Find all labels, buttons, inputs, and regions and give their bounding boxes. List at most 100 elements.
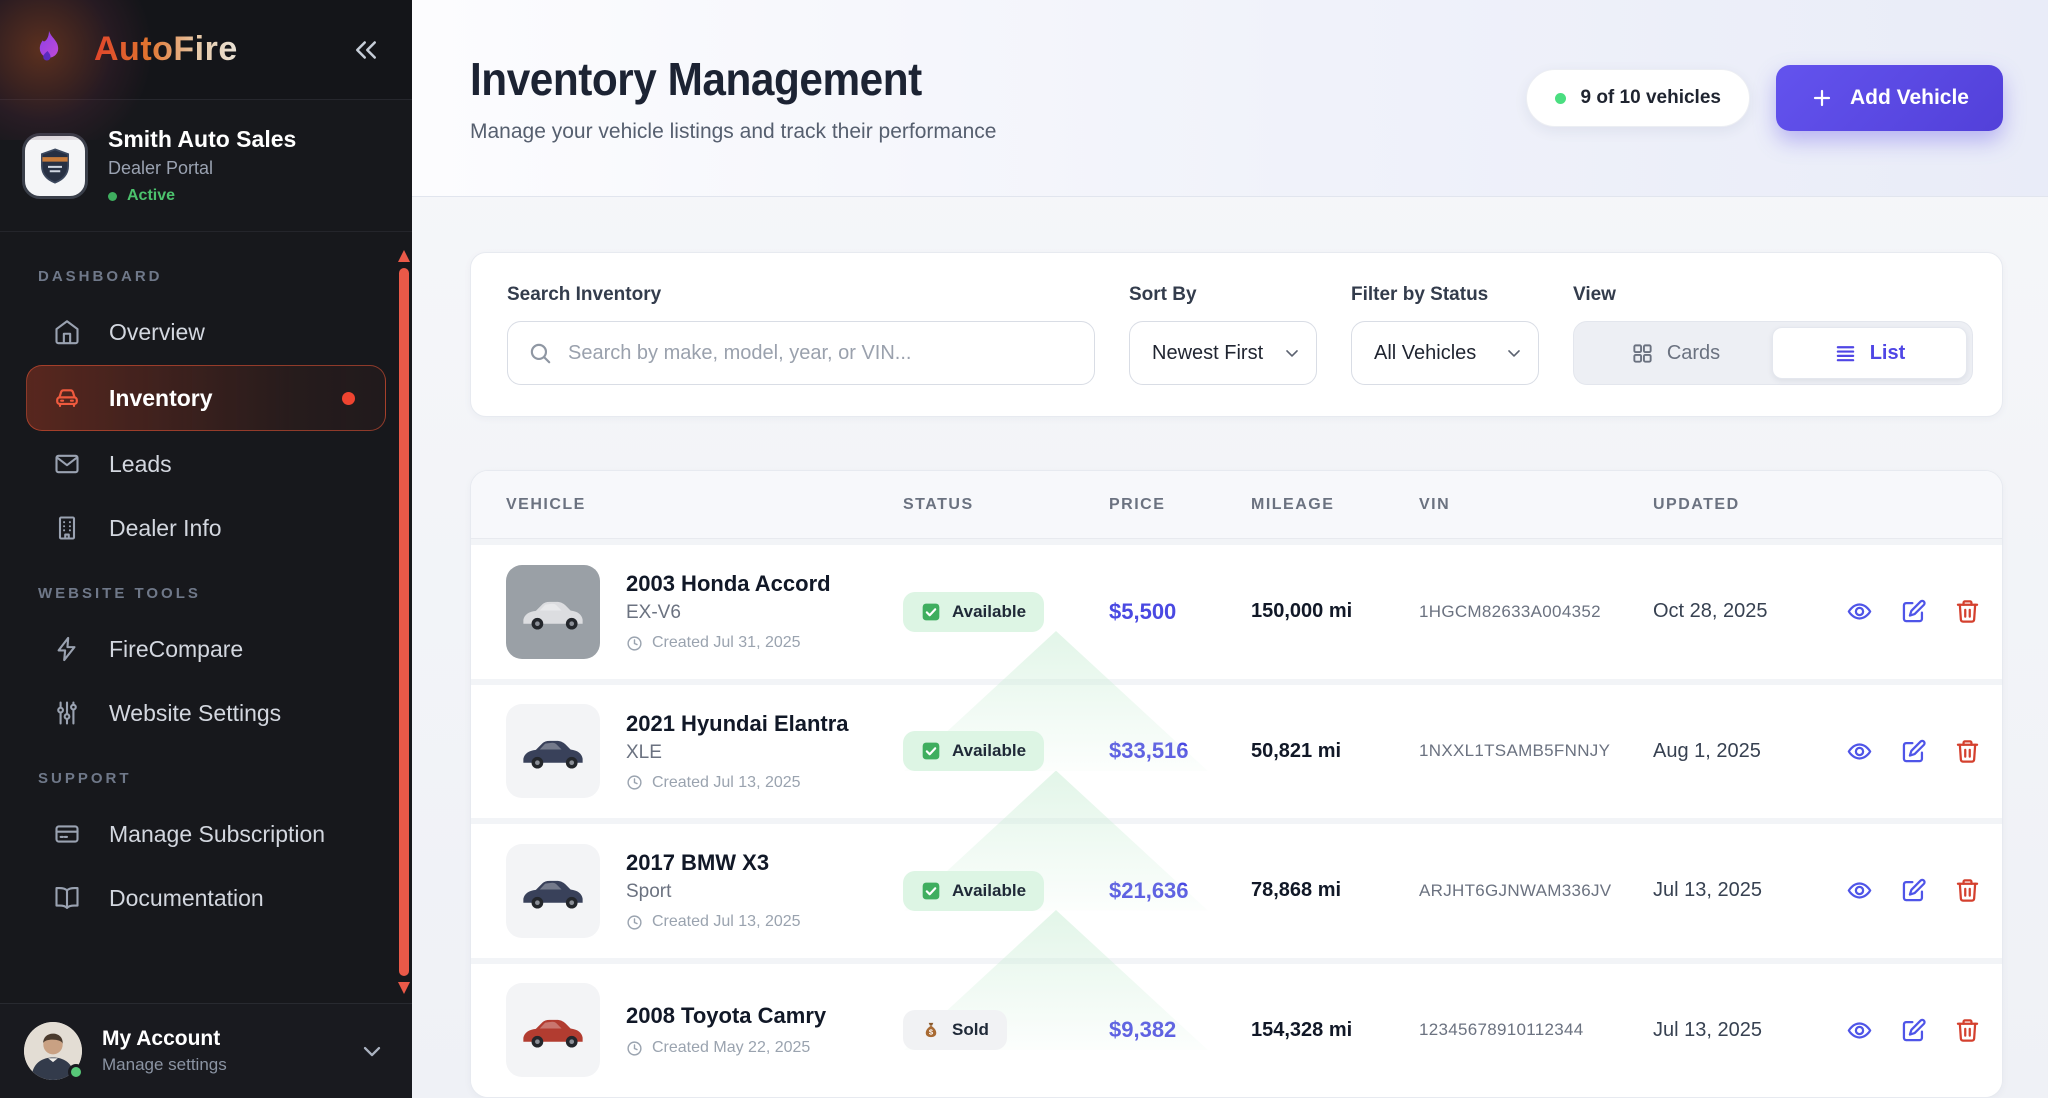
vehicle-created: Created Jul 13, 2025 <box>626 774 849 792</box>
view-vehicle-button[interactable] <box>1846 1017 1873 1044</box>
edit-vehicle-button[interactable] <box>1900 738 1927 765</box>
dealer-profile: Smith Auto Sales Dealer Portal Active <box>0 100 412 232</box>
column-header-mileage: MILEAGE <box>1251 496 1419 514</box>
eye-icon <box>1846 738 1873 765</box>
vehicle-vin: 1NXXL1TSAMB5FNNJY <box>1419 741 1653 761</box>
vehicle-thumbnail <box>506 983 600 1077</box>
trash-icon <box>1954 1017 1981 1044</box>
notification-dot-icon <box>342 392 355 405</box>
chevron-down-icon <box>1504 343 1524 363</box>
vehicle-price: $33,516 <box>1109 738 1251 764</box>
edit-vehicle-button[interactable] <box>1900 1017 1927 1044</box>
sidebar: AutoFire Smith Auto Sales Dealer Portal … <box>0 0 412 1098</box>
status-badge: Available <box>903 731 1044 771</box>
scrollbar-thumb[interactable] <box>399 268 409 976</box>
sidebar-item-documentation[interactable]: Documentation <box>26 867 386 929</box>
vehicle-created: Created May 22, 2025 <box>626 1039 826 1057</box>
delete-vehicle-button[interactable] <box>1954 598 1981 625</box>
my-account-bar[interactable]: My Account Manage settings <box>0 1003 412 1098</box>
status-filter-select[interactable]: All Vehicles <box>1351 321 1539 385</box>
vehicle-mileage: 50,821 mi <box>1251 740 1419 763</box>
delete-vehicle-button[interactable] <box>1954 1017 1981 1044</box>
sidebar-item-manage-subscription[interactable]: Manage Subscription <box>26 803 386 865</box>
delete-vehicle-button[interactable] <box>1954 738 1981 765</box>
sidebar-nav: DASHBOARD Overview Inventory Leads Deale… <box>0 232 412 929</box>
search-icon <box>527 340 553 366</box>
vehicle-price: $5,500 <box>1109 599 1251 625</box>
building-icon <box>53 514 81 542</box>
table-row[interactable]: 2008 Toyota Camry Created May 22, 2025 $… <box>471 958 2002 1098</box>
sidebar-item-dealer-info[interactable]: Dealer Info <box>26 497 386 559</box>
clock-icon <box>626 1040 643 1057</box>
column-header-status: STATUS <box>903 496 1109 514</box>
sidebar-item-label: Manage Subscription <box>109 821 325 848</box>
user-avatar <box>24 1022 82 1080</box>
table-row[interactable]: 2003 Honda Accord EX-V6 Created Jul 31, … <box>471 539 2002 679</box>
content-area: Search Inventory Sort By Newest First Fi… <box>412 197 2048 1098</box>
status-dot-icon <box>108 192 117 201</box>
status-badge: $ Sold <box>903 1010 1007 1050</box>
status-label: Sold <box>952 1020 989 1040</box>
status-filter-value: All Vehicles <box>1374 342 1476 365</box>
vehicle-trim: Sport <box>626 881 801 903</box>
sort-value: Newest First <box>1152 342 1263 365</box>
view-cards-button[interactable]: Cards <box>1579 327 1772 379</box>
sidebar-item-label: Overview <box>109 319 205 346</box>
view-vehicle-button[interactable] <box>1846 598 1873 625</box>
green-dot-icon <box>1555 93 1566 104</box>
vehicle-trim: XLE <box>626 742 849 764</box>
account-title: My Account <box>102 1027 358 1051</box>
edit-icon <box>1900 1017 1927 1044</box>
view-vehicle-button[interactable] <box>1846 877 1873 904</box>
edit-vehicle-button[interactable] <box>1900 598 1927 625</box>
view-toggle: Cards List <box>1573 321 1973 385</box>
sidebar-item-firecompare[interactable]: FireCompare <box>26 618 386 680</box>
eye-icon <box>1846 1017 1873 1044</box>
sidebar-header: AutoFire <box>0 0 412 100</box>
table-row[interactable]: 2017 BMW X3 Sport Created Jul 13, 2025 A… <box>471 818 2002 958</box>
list-icon <box>1834 342 1857 365</box>
add-vehicle-label: Add Vehicle <box>1850 86 1969 110</box>
sidebar-item-leads[interactable]: Leads <box>26 433 386 495</box>
status-badge: Available <box>903 592 1044 632</box>
edit-vehicle-button[interactable] <box>1900 877 1927 904</box>
sidebar-item-label: Inventory <box>109 385 213 412</box>
check-icon <box>921 602 941 622</box>
view-list-button[interactable]: List <box>1772 327 1967 379</box>
sidebar-item-overview[interactable]: Overview <box>26 301 386 363</box>
sidebar-scrollbar[interactable] <box>398 250 410 994</box>
dealer-name: Smith Auto Sales <box>108 126 296 153</box>
home-icon <box>53 318 81 346</box>
clock-icon <box>626 635 643 652</box>
status-badge: Available <box>903 871 1044 911</box>
sort-label: Sort By <box>1129 284 1317 306</box>
vehicle-thumbnail <box>506 565 600 659</box>
vehicle-title: 2003 Honda Accord <box>626 571 831 597</box>
search-input[interactable] <box>507 321 1095 385</box>
grid-icon <box>1631 342 1654 365</box>
view-label: View <box>1573 284 1973 306</box>
trash-icon <box>1954 877 1981 904</box>
view-list-label: List <box>1870 342 1906 365</box>
column-header-vehicle: VEHICLE <box>506 496 903 514</box>
column-header-vin: VIN <box>1419 496 1653 514</box>
vehicle-vin: ARJHT6GJNWAM336JV <box>1419 881 1653 901</box>
sort-select[interactable]: Newest First <box>1129 321 1317 385</box>
column-header-updated: UPDATED <box>1653 496 1846 514</box>
sidebar-item-website-settings[interactable]: Website Settings <box>26 682 386 744</box>
book-icon <box>53 884 81 912</box>
delete-vehicle-button[interactable] <box>1954 877 1981 904</box>
scroll-down-arrow-icon[interactable] <box>398 982 410 994</box>
sliders-icon <box>53 699 81 727</box>
scroll-up-arrow-icon[interactable] <box>398 250 410 262</box>
add-vehicle-button[interactable]: Add Vehicle <box>1776 65 2003 131</box>
table-row[interactable]: 2021 Hyundai Elantra XLE Created Jul 13,… <box>471 679 2002 819</box>
online-status-dot-icon <box>68 1064 84 1080</box>
edit-icon <box>1900 598 1927 625</box>
app-title: AutoFire <box>94 30 238 69</box>
main-area: Inventory Management Manage your vehicle… <box>412 0 2048 1098</box>
vehicle-created: Created Jul 31, 2025 <box>626 634 831 652</box>
sidebar-collapse-button[interactable] <box>346 30 386 70</box>
sidebar-item-inventory[interactable]: Inventory <box>26 365 386 431</box>
view-vehicle-button[interactable] <box>1846 738 1873 765</box>
